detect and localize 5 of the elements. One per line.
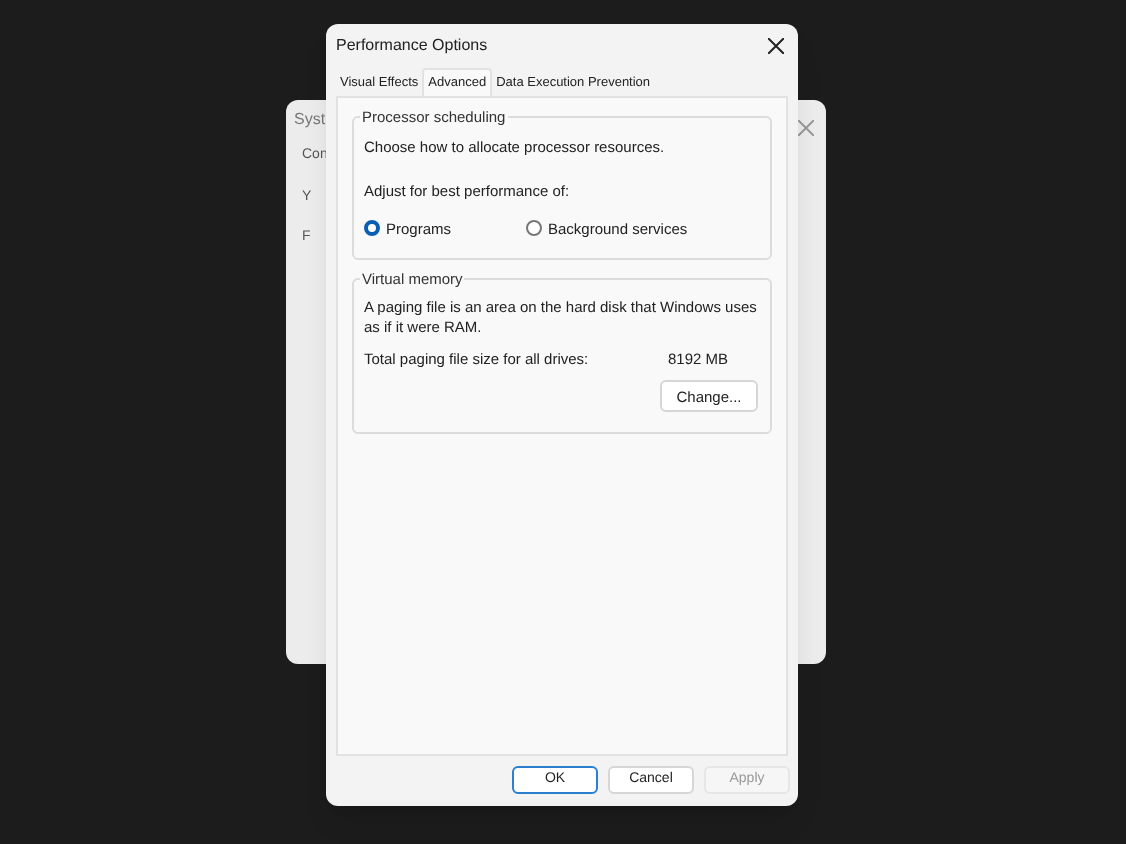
window-title: Performance Options — [336, 34, 488, 58]
window-title: Syst — [294, 108, 326, 132]
radio-button[interactable] — [526, 220, 542, 237]
radio-button[interactable] — [364, 220, 380, 237]
close-icon[interactable] — [768, 38, 784, 54]
